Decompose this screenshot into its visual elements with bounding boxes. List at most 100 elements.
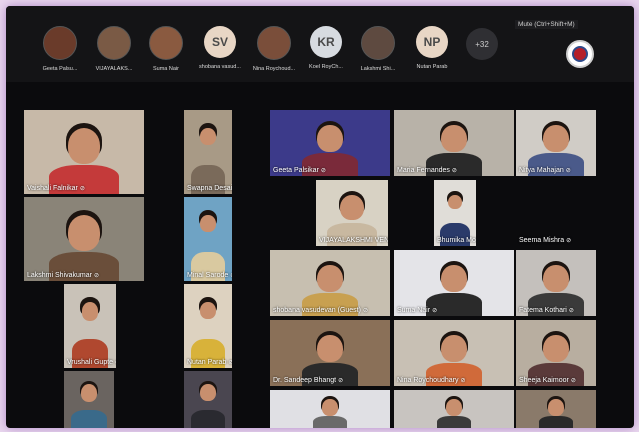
participant-face [200,215,216,233]
participant-name-label: shobana vasudevan (Guest) ⊘ [273,307,368,314]
video-tile[interactable] [270,390,390,428]
participant-name: Geeta Palsikar [273,167,319,174]
video-tile[interactable]: Geeta Palsikar ⊘ [270,110,390,176]
video-tile[interactable]: Dr. Sandeep Bhangt ⊘ [270,320,390,386]
mic-muted-icon: ⊘ [230,273,232,279]
video-tile[interactable] [516,390,596,428]
participant-name: Minal Sarode [187,272,229,279]
participant-face [317,264,343,293]
participant-body [313,416,347,428]
participant-name-label: Vaishali Falnikar ⊘ [27,185,85,192]
participant-name: Geeta Palsu... [42,66,78,72]
mic-muted-icon: ⊘ [320,168,326,174]
video-tile[interactable]: Suma Nair ⊘ [394,250,514,316]
logo-emblem-icon [572,46,588,62]
participant-name-label: Nina Roychoudhary ⊘ [397,377,466,384]
participant-name: Nina Roychoud... [252,66,296,72]
participant-avatar-5[interactable]: Nina Roychoud... [244,26,304,72]
participant-name-label: Nutan Parab ⊘ [187,359,232,366]
participant-name-label: Fatema Kothari ⊘ [519,307,574,314]
video-tile[interactable]: Vaishali Falnikar ⊘ [24,110,144,194]
participant-name: VIJAYALAKSHMI VENKATAC... [319,237,388,244]
participant-name: Dr. Sandeep Bhangt [273,377,337,384]
participant-face [441,334,467,363]
participant-name: Swapna Desai [187,185,232,192]
video-tile[interactable]: Nina Roychoudhary ⊘ [394,320,514,386]
meeting-window: Geeta Palsu... VIJAYALAKS... Suma Nair S… [6,6,634,428]
video-tile[interactable]: Nutan Parab ⊘ [184,284,232,368]
participant-face [340,194,364,220]
participant-face [448,194,462,210]
mic-muted-icon: ⊘ [228,360,232,366]
video-tile[interactable]: Nitya Mahajan ⊘ [516,110,596,176]
participant-name: Bhumika More [437,237,476,244]
video-tile[interactable]: Seema Mishra ⊘ [516,180,596,246]
participant-face [543,124,569,153]
participant-name-label: Nitya Mahajan ⊘ [519,167,571,174]
participant-face [441,264,467,293]
mute-tooltip: Mute (Ctrl+Shift+M) [515,20,578,29]
video-tile[interactable]: Fatema Kothari ⊘ [516,250,596,316]
participant-face [543,264,569,293]
participant-face [200,384,216,402]
video-tile[interactable]: VIJAYALAKSHMI VENKATAC...⊘ [316,180,388,246]
participant-avatar-6[interactable]: KR Koel RoyCh... [296,26,356,70]
participant-name: Fatema Kothari [519,307,567,314]
participant-strip: Geeta Palsu... VIJAYALAKS... Suma Nair S… [6,6,634,82]
mic-muted-icon: ⊘ [338,378,344,384]
participant-name-label: Suma Nair ⊘ [397,307,437,314]
org-logo [566,40,594,68]
video-tile[interactable]: Maria Fernandes ⊘ [394,110,514,176]
participant-body [539,416,573,428]
mic-muted-icon: ⊘ [570,378,576,384]
participant-name-label: Vrushali Gupte⊘ [67,359,116,366]
mic-muted-icon: ⊘ [460,378,466,384]
participant-face [317,334,343,363]
video-tile[interactable]: Bhumika More⊘ [434,180,476,246]
participant-body [71,410,107,428]
participant-avatar-2[interactable]: VIJAYALAKS... [84,26,144,72]
participant-name: shobana vasud... [199,64,241,70]
participant-face [68,128,100,164]
participant-face [548,398,564,416]
video-tile[interactable]: Lakshmi Shivakumar ⊘ [24,197,144,281]
more-participants-button[interactable]: +32 [466,28,498,60]
participant-name: Nutan Parab [187,359,227,366]
avatar [361,26,395,60]
participant-name: Lakshmi Shivakumar [27,272,92,279]
participant-name-label: VIJAYALAKSHMI VENKATAC...⊘ [319,237,388,244]
video-tile[interactable] [184,371,232,428]
participant-avatar-3[interactable]: Suma Nair [136,26,196,72]
participant-face [317,124,343,153]
avatar [149,26,183,60]
mic-muted-icon: ⊘ [566,238,572,244]
participant-name: Nina Roychoudhary [397,377,459,384]
avatar [257,26,291,60]
participant-body [437,416,471,428]
participant-name: Seema Mishra [519,237,565,244]
participant-face [441,124,467,153]
mic-muted-icon: ⊘ [362,308,368,314]
participant-face [543,334,569,363]
participant-avatar-1[interactable]: Geeta Palsu... [30,26,90,72]
video-tile[interactable] [64,371,114,428]
video-tile[interactable]: Sheeja Kaimoor ⊘ [516,320,596,386]
participant-face [446,398,462,416]
video-tile[interactable]: Minal Sarode⊘ [184,197,232,281]
participant-face [81,384,97,402]
video-tile[interactable] [394,390,514,428]
participant-avatar-7[interactable]: Lakshmi Shi... [348,26,408,72]
participant-avatar-4[interactable]: SV shobana vasud... [190,26,250,70]
participant-face [68,215,100,251]
participant-name: Lakshmi Shi... [360,66,396,72]
participant-name: Vaishali Falnikar [27,185,78,192]
video-tile[interactable]: Vrushali Gupte⊘ [64,284,116,368]
video-tile[interactable]: shobana vasudevan (Guest) ⊘ [270,250,390,316]
participant-avatar-8[interactable]: NP Nutan Parab [402,26,462,70]
participant-name-label: Lakshmi Shivakumar ⊘ [27,272,99,279]
mic-muted-icon: ⊘ [568,308,574,314]
video-tile[interactable]: Swapna Desai⊘ [184,110,232,194]
participant-name-label: Dr. Sandeep Bhangt ⊘ [273,377,343,384]
mic-muted-icon: ⊘ [565,168,571,174]
participant-name: shobana vasudevan (Guest) [273,307,361,314]
